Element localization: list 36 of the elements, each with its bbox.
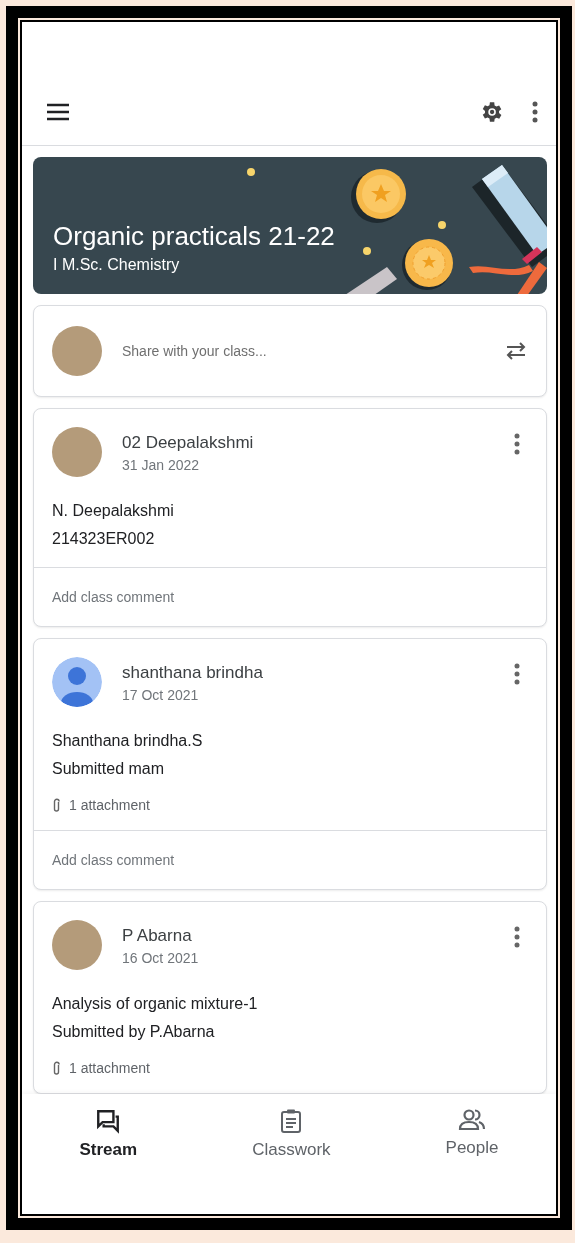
post-date: 16 Oct 2021: [122, 950, 200, 966]
menu-icon[interactable]: [46, 102, 70, 121]
nav-tab[interactable]: People: [435, 1104, 509, 1162]
chat-bubbles-icon: [95, 1108, 122, 1134]
paperclip-icon: [52, 797, 61, 813]
photo-placeholder: [52, 326, 102, 376]
attachment-count[interactable]: 1 attachment: [69, 1060, 150, 1076]
more-options-icon[interactable]: [514, 663, 520, 685]
post-text: Shanthana brindha.S: [52, 731, 204, 751]
comment-prompt[interactable]: Add class comment: [34, 830, 546, 889]
default-avatar-icon: [52, 657, 102, 707]
people-icon: [458, 1108, 486, 1132]
post-date: 17 Oct 2021: [122, 687, 200, 703]
more-options-icon[interactable]: [514, 433, 520, 455]
nav-tab[interactable]: Classwork: [242, 1104, 341, 1164]
photo-placeholder: [52, 427, 102, 477]
more-options-icon[interactable]: [514, 926, 520, 948]
comment-prompt[interactable]: Add class comment: [34, 567, 546, 626]
attachment-count[interactable]: 1 attachment: [69, 797, 150, 813]
nav-tab[interactable]: Stream: [69, 1104, 148, 1164]
author-name: shanthana brindha: [122, 663, 264, 683]
post-text: Submitted by P.Abarna: [52, 1022, 216, 1042]
clipboard-icon: [279, 1108, 304, 1134]
paperclip-icon: [52, 1060, 61, 1076]
post-text: Analysis of organic mixture-1: [52, 994, 259, 1014]
post-text: Submitted mam: [52, 759, 166, 779]
author-name: 02 Deepalakshmi: [122, 433, 255, 453]
more-options-icon[interactable]: [532, 100, 538, 123]
class-section: I M.Sc. Chemistry: [53, 256, 335, 274]
class-title: Organic practicals 21-22: [53, 221, 335, 252]
photo-placeholder: [52, 920, 102, 970]
author-name: P Abarna: [122, 926, 193, 946]
share-prompt[interactable]: Share with your class...: [122, 343, 484, 359]
post-date: 31 Jan 2022: [122, 457, 201, 473]
post-text: 214323ER002: [52, 529, 156, 549]
post-text: N. Deepalakshmi: [52, 501, 175, 521]
